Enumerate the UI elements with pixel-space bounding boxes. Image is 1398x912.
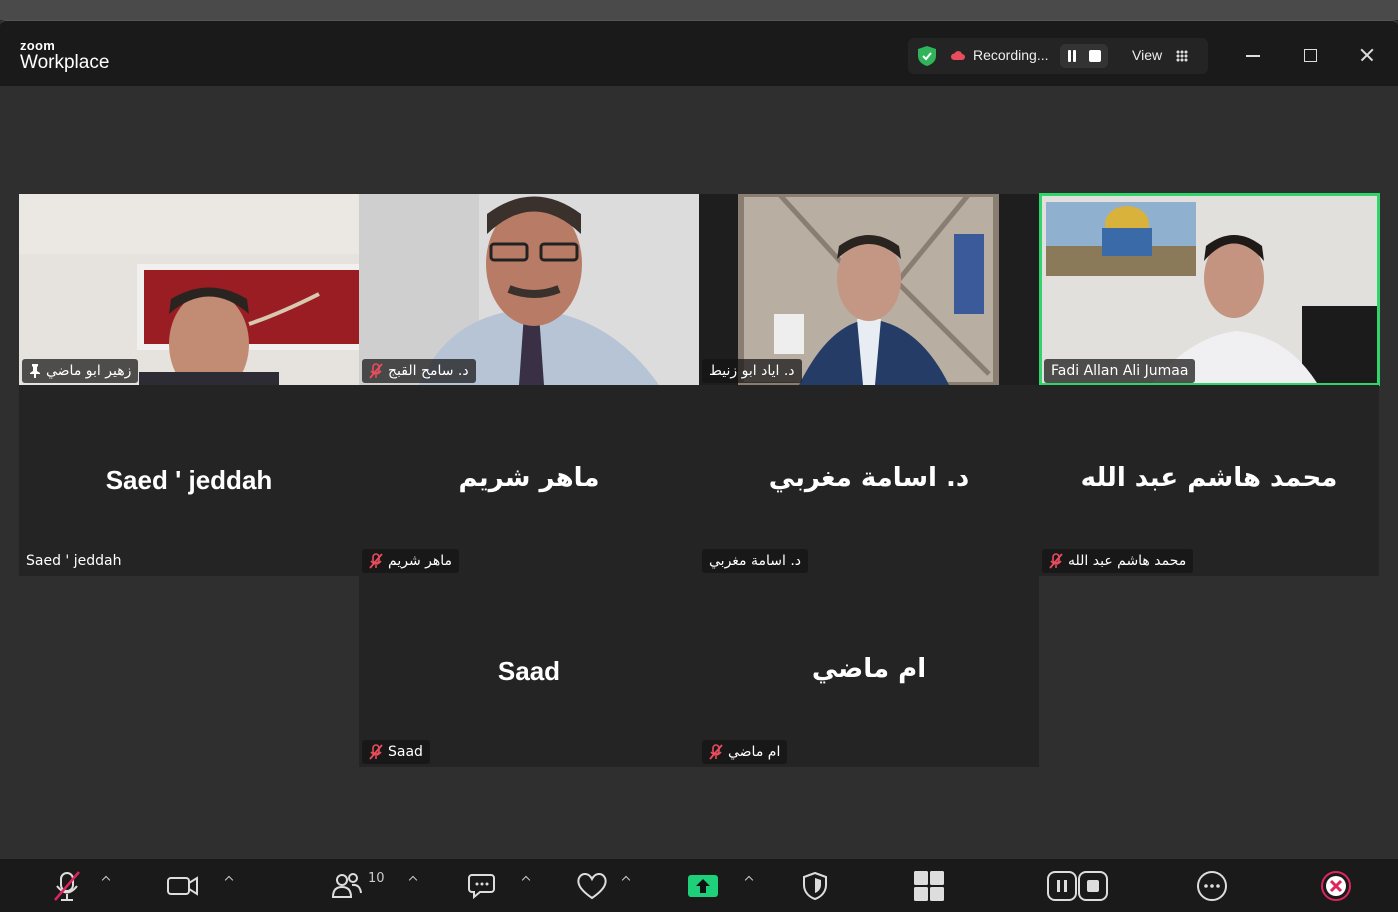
video-tile-4-active-speaker[interactable]: Fadi Allan Ali Jumaa xyxy=(1039,193,1380,386)
participant-display-name: د. اسامة مغربي xyxy=(768,463,970,493)
chat-bubbles-icon xyxy=(468,874,495,900)
view-button[interactable]: View xyxy=(1132,47,1162,63)
name-tile-6[interactable]: ماهر شريم ماهر شريم xyxy=(359,385,699,576)
participant-display-name: ماهر شريم xyxy=(458,463,600,493)
participant-name-tag: د. اياد ابو زنيط xyxy=(702,359,802,383)
name-tile-10[interactable]: ام ماضي ام ماضي xyxy=(699,576,1039,767)
more-button[interactable] xyxy=(1195,869,1229,903)
minimize-icon[interactable] xyxy=(1241,43,1265,67)
react-button[interactable] xyxy=(575,869,609,903)
video-camera-icon xyxy=(167,876,198,896)
participant-name: محمد هاشم عبد الله xyxy=(1068,553,1187,569)
breakout-rooms-button[interactable] xyxy=(912,869,946,903)
react-options-caret-icon[interactable] xyxy=(621,875,631,885)
logo-small-text: zoom xyxy=(20,38,56,53)
participants-button[interactable] xyxy=(330,869,364,903)
end-meeting-button[interactable] xyxy=(1319,869,1353,903)
encryption-shield-icon[interactable] xyxy=(918,46,936,66)
participant-name-tag: د. اسامة مغربي xyxy=(702,549,809,573)
title-bar: zoom Workplace Recording... View xyxy=(0,21,1398,86)
participant-name: ام ماضي xyxy=(728,744,781,760)
participant-name-tag: Fadi Allan Ali Jumaa xyxy=(1044,359,1196,383)
participants-count: 10 xyxy=(368,871,385,886)
participant-name: د. سامح القبج xyxy=(388,363,469,379)
participants-icon xyxy=(331,873,362,898)
participant-name-tag: ماهر شريم xyxy=(362,549,459,573)
muted-microphone-icon xyxy=(54,871,80,901)
cloud-recording-icon xyxy=(951,51,965,60)
share-options-caret-icon[interactable] xyxy=(744,875,754,885)
participant-video xyxy=(1042,196,1377,383)
zoom-window: zoom Workplace Recording... View زهير اب… xyxy=(0,20,1398,912)
participant-name: ماهر شريم xyxy=(388,553,452,569)
video-tile-3[interactable]: د. اياد ابو زنيط xyxy=(699,194,1039,385)
share-button[interactable] xyxy=(686,869,720,903)
video-tile-2[interactable]: د. سامح القبج xyxy=(359,194,699,385)
video-button[interactable] xyxy=(166,869,200,903)
host-shield-icon xyxy=(803,871,827,901)
muted-mic-icon xyxy=(369,363,383,379)
participant-name-tag: Saad xyxy=(362,740,430,764)
chat-button[interactable] xyxy=(467,869,501,903)
participant-name: Saad xyxy=(388,744,423,760)
pin-icon xyxy=(30,364,40,378)
pause-recording-icon[interactable] xyxy=(1067,50,1077,62)
name-tile-7[interactable]: د. اسامة مغربي د. اسامة مغربي xyxy=(699,385,1039,576)
name-tile-9[interactable]: Saad Saad xyxy=(359,576,699,767)
desktop-top-strip xyxy=(0,0,1398,20)
stop-recording-icon[interactable] xyxy=(1089,50,1101,62)
participant-name-tag: ام ماضي xyxy=(702,740,788,764)
recording-controls: Recording... View xyxy=(908,38,1208,74)
participant-display-name: Saad xyxy=(497,656,561,686)
audio-button[interactable] xyxy=(50,869,84,903)
video-options-caret-icon[interactable] xyxy=(224,875,234,885)
participant-name: زهير ابو ماضي xyxy=(46,363,132,379)
end-meeting-icon xyxy=(1321,871,1351,901)
participant-video xyxy=(359,194,699,385)
breakout-rooms-icon xyxy=(914,871,944,901)
participants-options-caret-icon[interactable] xyxy=(408,875,418,885)
share-screen-icon xyxy=(688,875,718,897)
participant-name-tag: زهير ابو ماضي xyxy=(22,359,139,383)
muted-mic-icon xyxy=(369,553,383,569)
recording-status-text: Recording... xyxy=(973,47,1049,63)
logo-big-text: Workplace xyxy=(20,52,110,73)
host-tools-button[interactable] xyxy=(798,869,832,903)
muted-mic-icon xyxy=(369,744,383,760)
participant-name: Fadi Allan Ali Jumaa xyxy=(1051,363,1189,379)
recording-buttons xyxy=(1060,44,1108,68)
participant-video xyxy=(19,194,359,385)
audio-options-caret-icon[interactable] xyxy=(101,875,111,885)
muted-mic-icon xyxy=(709,744,723,760)
participant-video xyxy=(738,194,999,385)
video-tile-1[interactable]: زهير ابو ماضي xyxy=(19,194,359,385)
participant-name-tag: Saed ' jeddah xyxy=(19,549,128,573)
participant-name-tag: محمد هاشم عبد الله xyxy=(1042,549,1194,573)
name-tile-8[interactable]: محمد هاشم عبد الله محمد هاشم عبد الله xyxy=(1039,385,1379,576)
close-window-icon[interactable] xyxy=(1355,43,1379,67)
more-options-icon xyxy=(1197,871,1227,901)
muted-mic-icon xyxy=(1049,553,1063,569)
heart-icon xyxy=(577,873,607,900)
participant-name: د. اياد ابو زنيط xyxy=(709,363,795,379)
participant-display-name: محمد هاشم عبد الله xyxy=(1080,463,1338,493)
record-button[interactable] xyxy=(1046,869,1110,903)
view-grid-icon[interactable] xyxy=(1176,50,1188,62)
meeting-toolbar: 10 xyxy=(0,859,1398,912)
chat-options-caret-icon[interactable] xyxy=(521,875,531,885)
participant-name-tag: د. سامح القبج xyxy=(362,359,476,383)
participant-display-name: ام ماضي xyxy=(811,654,927,684)
maximize-icon[interactable] xyxy=(1298,43,1322,67)
participant-name: د. اسامة مغربي xyxy=(709,553,802,569)
name-tile-5[interactable]: Saed ' jeddah Saed ' jeddah xyxy=(19,385,359,576)
record-controls-icon xyxy=(1047,871,1108,901)
zoom-logo: zoom Workplace xyxy=(20,39,109,74)
participant-name: Saed ' jeddah xyxy=(26,553,122,569)
participant-display-name: Saed ' jeddah xyxy=(105,465,273,495)
